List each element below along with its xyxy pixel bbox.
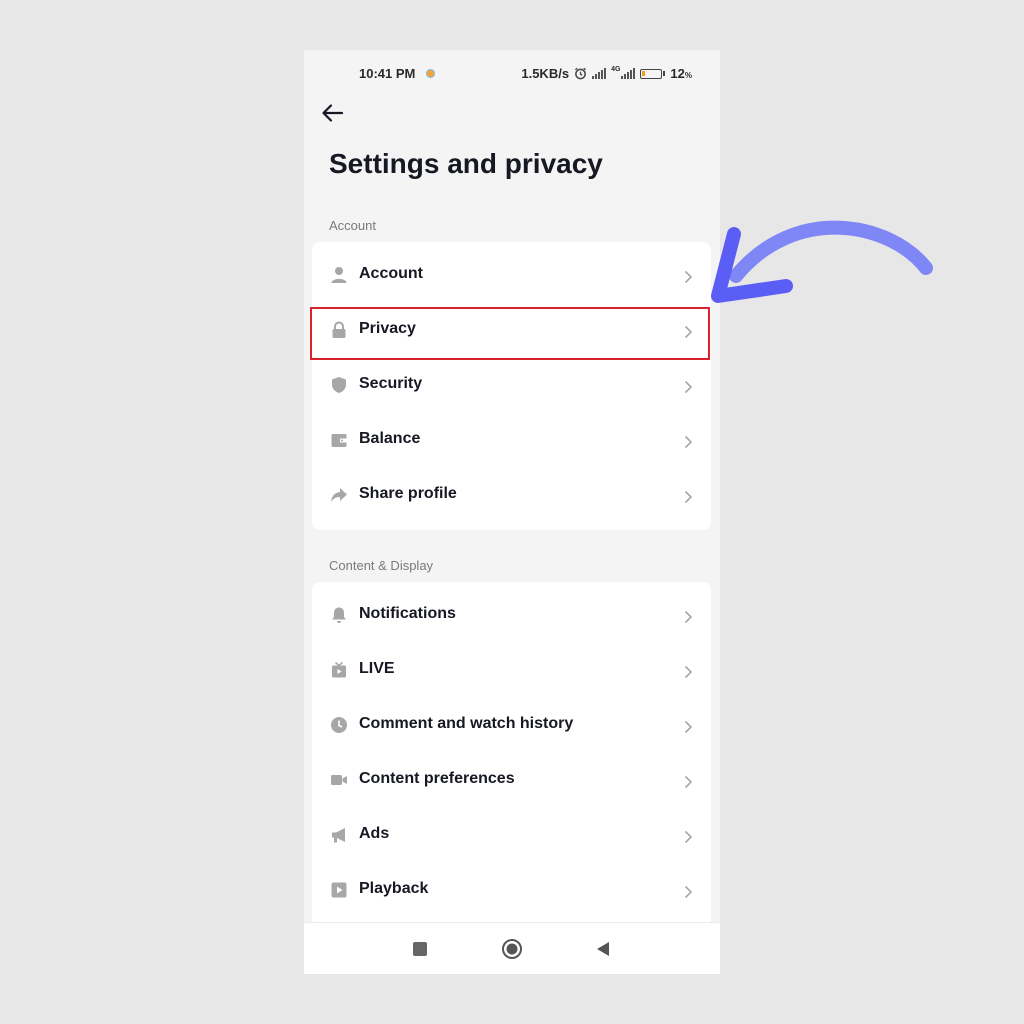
settings-item-live[interactable]: LIVE: [312, 643, 711, 698]
settings-item-comment-watch-history[interactable]: Comment and watch history: [312, 698, 711, 753]
lock-icon: [332, 321, 346, 338]
battery-percent: 12: [670, 66, 685, 81]
section-label-account: Account: [329, 218, 376, 233]
settings-item-ads[interactable]: Ads: [312, 808, 711, 863]
notification-dot-icon: [426, 69, 435, 78]
chevron-right-icon: [684, 830, 693, 844]
settings-item-label: Notifications: [359, 605, 456, 622]
battery-unit: %: [684, 71, 692, 80]
settings-item-label: Comment and watch history: [359, 715, 574, 732]
settings-item-label: Playback: [359, 880, 429, 897]
chevron-right-icon: [684, 775, 693, 789]
settings-item-label: Account: [359, 265, 423, 282]
chevron-right-icon: [684, 325, 693, 339]
live-tv-icon: [332, 661, 346, 678]
recents-button[interactable]: [413, 942, 427, 956]
alarm-icon: [575, 67, 587, 80]
video-camera-icon: [331, 775, 347, 785]
settings-item-playback[interactable]: Playback: [312, 863, 711, 918]
person-icon: [331, 267, 347, 283]
back-arrow-icon[interactable]: [318, 98, 348, 128]
settings-item-balance[interactable]: Balance: [312, 413, 711, 468]
chevron-right-icon: [684, 885, 693, 899]
status-indicators: 1.5KB/s 4G 12%: [521, 66, 692, 81]
page-title: Settings and privacy: [329, 148, 603, 179]
share-icon: [331, 488, 347, 502]
signal-4g-icon: [621, 68, 636, 79]
settings-item-label: Ads: [359, 825, 390, 842]
chevron-right-icon: [684, 490, 693, 504]
network-type: 4G: [611, 66, 621, 73]
chevron-right-icon: [684, 665, 693, 679]
wallet-icon: [331, 434, 347, 447]
settings-item-share-profile[interactable]: Share profile: [312, 468, 711, 523]
home-button[interactable]: [501, 938, 523, 960]
account-card: Account Privacy Security Balance Share p…: [312, 242, 711, 530]
chevron-right-icon: [684, 270, 693, 284]
system-nav-bar: [304, 922, 720, 974]
settings-item-account[interactable]: Account: [312, 248, 711, 303]
play-icon: [331, 882, 347, 898]
battery-tip: [663, 71, 666, 76]
settings-item-label: Security: [359, 375, 423, 392]
settings-item-label: LIVE: [359, 660, 395, 677]
status-bar: 10:41 PM 1.5KB/s 4G 12%: [304, 50, 720, 96]
settings-item-privacy[interactable]: Privacy: [312, 303, 711, 358]
battery-level: 12%: [670, 66, 692, 81]
shield-icon: [332, 377, 346, 393]
settings-item-label: Balance: [359, 430, 421, 447]
chevron-right-icon: [684, 720, 693, 734]
signal-icon: [592, 68, 607, 79]
megaphone-icon: [332, 828, 345, 843]
network-speed: 1.5KB/s: [521, 66, 570, 81]
settings-item-notifications[interactable]: Notifications: [312, 588, 711, 643]
pointer-arrow-icon: [711, 220, 933, 303]
section-label-content-display: Content & Display: [329, 558, 434, 573]
chevron-right-icon: [684, 380, 693, 394]
settings-item-security[interactable]: Security: [312, 358, 711, 413]
status-time: 10:41 PM: [359, 66, 416, 81]
battery-icon: [640, 68, 663, 79]
clock-icon: [331, 717, 347, 733]
chevron-right-icon: [684, 435, 693, 449]
settings-item-label: Content preferences: [359, 770, 515, 787]
phone-screen: 10:41 PM 1.5KB/s 4G 12% Settings and pri…: [304, 50, 720, 974]
settings-item-content-preferences[interactable]: Content preferences: [312, 753, 711, 808]
chevron-right-icon: [684, 610, 693, 624]
settings-item-label: Share profile: [359, 485, 457, 502]
content-display-card: Notifications LIVE Comment and watch his…: [312, 582, 711, 927]
system-back-button[interactable]: [594, 940, 612, 958]
settings-item-label: Privacy: [359, 320, 416, 337]
bell-icon: [332, 607, 346, 623]
